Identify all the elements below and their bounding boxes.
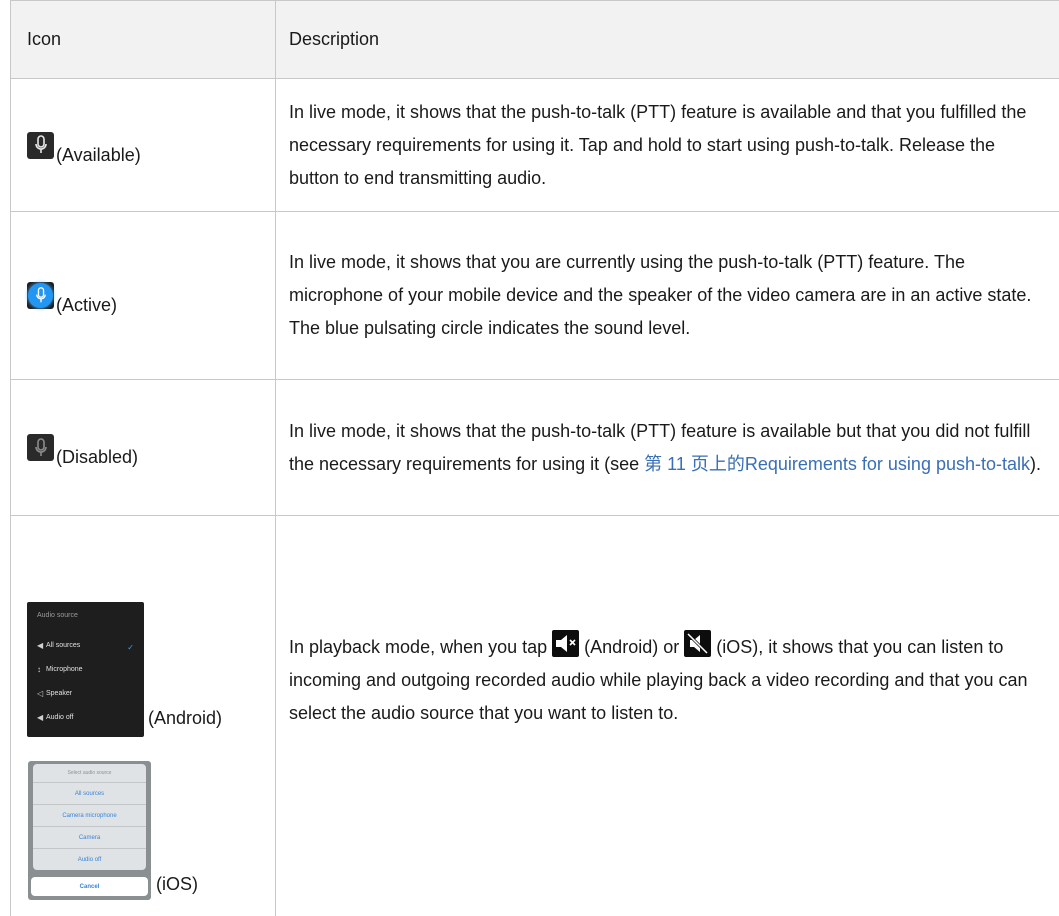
description-cell: In live mode, it shows that the push-to-… [276,79,1059,211]
mute-icon: ◀ [37,713,44,722]
microphone-active-icon [27,282,54,309]
android-menu-item: ◁ Speaker [37,689,73,698]
description-after: ). [1030,453,1041,474]
description-cell: In live mode, it shows that the push-to-… [276,380,1059,515]
microphone-disabled-icon [27,434,54,461]
icon-label: (Disabled) [56,447,139,467]
icon-cell: (Disabled) [10,380,276,515]
android-menu-item: ↕ Microphone [37,665,83,674]
ios-label: (iOS) [156,874,198,894]
description-part: (Android) or [579,637,685,657]
table-row: (Active) In live mode, it shows that you… [10,212,1059,380]
android-audio-source-menu: Audio source ◀ All sources ↕ Microphone ◁ S… [27,602,144,737]
icon-cell: (Available) [10,79,276,211]
description-text: In live mode, it shows that you are curr… [289,252,1032,338]
icon-cell: Audio source ◀ All sources ↕ Microphone ◁ S… [10,516,276,916]
header-icon: Icon [10,1,276,78]
description-text: In live mode, it shows that the push-to-… [289,415,1045,481]
microphone-available-icon [27,131,54,159]
description-text: In playback mode, when you tap (Android)… [289,630,1045,730]
microphone-icon: ↕ [37,665,41,674]
requirements-link[interactable]: 第 11 页上的Requirements for using push-to-t… [644,454,1030,474]
ios-menu-item: Camera microphone [33,805,146,827]
table-row: Audio source ◀ All sources ↕ Microphone ◁ S… [10,516,1059,916]
android-label: (Android) [148,708,223,728]
android-menu-title: Audio source [37,612,78,619]
ios-menu-item: Camera [33,827,146,849]
ios-menu-item: Audio off [77,856,102,863]
description-part: In playback mode, when you tap [289,637,553,657]
checkmark-icon: ✓ [127,643,134,652]
ios-audio-source-menu: Select audio source All sources Camera m… [28,761,151,900]
ios-menu-title: Select audio source [33,764,146,783]
icon-label: (Available) [56,144,141,165]
table-header-row: Icon Description [10,0,1059,79]
header-description: Description [289,29,380,49]
icon-description-table: Icon Description (Available) In live mod… [10,0,1059,916]
table-row: (Disabled) In live mode, it shows that t… [10,380,1059,516]
android-menu-item: ◀ All sources [37,641,81,650]
ios-menu-item: All sources [33,783,146,805]
android-audio-mute-icon [552,630,580,657]
icon-cell: (Active) [10,212,276,379]
speaker-icon: ◁ [37,689,44,698]
android-menu-item: ◀ Audio off [37,713,74,722]
table-row: (Available) In live mode, it shows that … [10,79,1059,212]
ios-cancel-button: Cancel [31,877,148,896]
icon-label: (Active) [56,295,118,315]
description-cell: In live mode, it shows that you are curr… [276,212,1059,379]
description-text: In live mode, it shows that the push-to-… [289,101,1027,188]
speaker-icon: ◀ [37,641,44,650]
ios-audio-mute-icon [684,630,712,657]
description-cell: In playback mode, when you tap (Android)… [276,516,1059,916]
